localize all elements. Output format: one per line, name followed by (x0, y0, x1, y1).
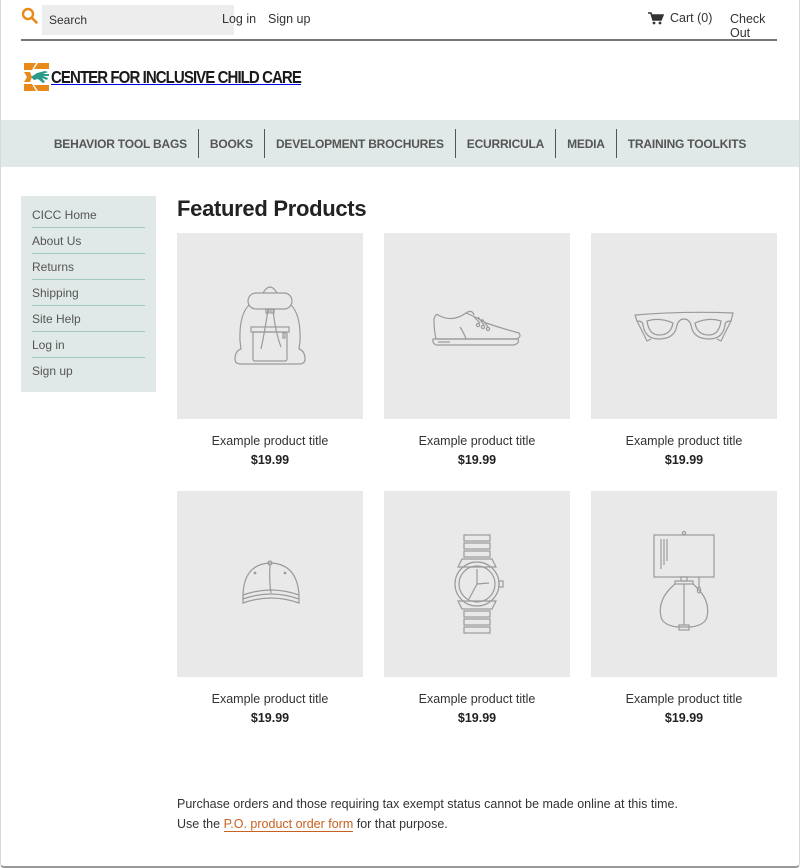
sneaker-icon (432, 310, 521, 346)
cart-link-wrapper[interactable]: Cart (0) (648, 11, 712, 25)
product-title[interactable]: Example product title (177, 434, 363, 448)
product-card[interactable]: Example product title $19.99 (177, 233, 363, 467)
nav-item-ecurricula[interactable]: ECURRICULA (456, 130, 555, 158)
cap-icon (242, 560, 300, 604)
product-card[interactable]: Example product title $19.99 (591, 233, 777, 467)
product-image[interactable] (177, 491, 363, 677)
search-input[interactable] (42, 5, 234, 35)
product-card[interactable]: Example product title $19.99 (591, 491, 777, 725)
notice-line-2-before: Use the (177, 817, 224, 831)
product-image[interactable] (591, 233, 777, 419)
sidebar-item-log-in[interactable]: Log in (32, 332, 145, 358)
product-title[interactable]: Example product title (384, 434, 570, 448)
product-card[interactable]: Example product title $19.99 (384, 491, 570, 725)
product-price: $19.99 (457, 711, 497, 725)
product-card[interactable]: Example product title $19.99 (384, 233, 570, 467)
notice-line-2-after: for that purpose. (353, 817, 448, 831)
nav-item-books[interactable]: BOOKS (199, 130, 264, 158)
product-image[interactable] (177, 233, 363, 419)
sidebar-item-site-help[interactable]: Site Help (32, 306, 145, 332)
hand-logo-icon (24, 63, 49, 91)
category-nav: BEHAVIOR TOOL BAGS BOOKS DEVELOPMENT BRO… (1, 120, 799, 167)
header-divider (21, 39, 777, 41)
cart-link[interactable]: Cart (0) (670, 11, 712, 25)
product-image[interactable] (384, 233, 570, 419)
product-title[interactable]: Example product title (177, 692, 363, 706)
page-title: Featured Products (177, 196, 367, 221)
product-image[interactable] (591, 491, 777, 677)
notice-line-2: Use the P.O. product order form for that… (177, 814, 678, 834)
nav-item-development-brochures[interactable]: DEVELOPMENT BROCHURES (265, 130, 455, 158)
sidebar: CICC Home About Us Returns Shipping Site… (21, 196, 156, 392)
sidebar-item-returns[interactable]: Returns (32, 254, 145, 280)
po-order-form-link[interactable]: P.O. product order form (223, 817, 354, 832)
nav-item-media[interactable]: MEDIA (556, 130, 616, 158)
product-title[interactable]: Example product title (384, 692, 570, 706)
purchase-order-notice: Purchase orders and those requiring tax … (177, 794, 678, 834)
cart-icon (648, 11, 664, 24)
product-title[interactable]: Example product title (591, 434, 777, 448)
logo-text: CENTER FOR INCLUSIVE CHILD CARE (51, 66, 302, 87)
search-icon[interactable] (21, 7, 39, 25)
nav-item-behavior-tool-bags[interactable]: BEHAVIOR TOOL BAGS (43, 130, 198, 158)
backpack-icon (234, 286, 306, 365)
product-price: $19.99 (250, 711, 290, 725)
product-price: $19.99 (664, 711, 704, 725)
product-card[interactable]: Example product title $19.99 (177, 491, 363, 725)
sidebar-item-shipping[interactable]: Shipping (32, 280, 145, 306)
watch-icon (454, 534, 504, 634)
product-image[interactable] (384, 491, 570, 677)
product-price: $19.99 (457, 453, 497, 467)
signup-link[interactable]: Sign up (268, 12, 310, 26)
login-link[interactable]: Log in (222, 12, 256, 26)
product-price: $19.99 (250, 453, 290, 467)
notice-line-1: Purchase orders and those requiring tax … (177, 797, 678, 811)
nav-item-training-toolkits[interactable]: TRAINING TOOLKITS (617, 130, 757, 158)
site-logo[interactable]: CENTER FOR INCLUSIVE CHILD CARE (24, 63, 342, 91)
top-bar: Log in Sign up Cart (0) Check Out (21, 5, 777, 40)
glasses-icon (634, 311, 734, 342)
checkout-link[interactable]: Check Out (730, 12, 777, 40)
sidebar-item-cicc-home[interactable]: CICC Home (32, 202, 145, 228)
sidebar-item-about-us[interactable]: About Us (32, 228, 145, 254)
product-title[interactable]: Example product title (591, 692, 777, 706)
sidebar-item-sign-up[interactable]: Sign up (32, 358, 145, 384)
lamp-icon (653, 530, 715, 631)
product-price: $19.99 (664, 453, 704, 467)
